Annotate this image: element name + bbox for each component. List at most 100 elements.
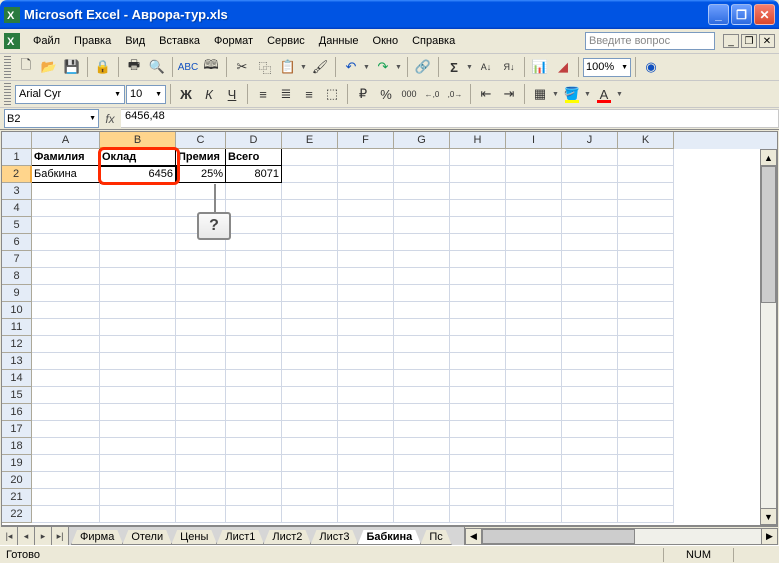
horizontal-scrollbar[interactable]: ◀ ▶ bbox=[464, 527, 778, 545]
row-header[interactable]: 11 bbox=[2, 319, 32, 336]
tab-nav-prev[interactable]: ◂ bbox=[18, 527, 35, 545]
cell[interactable] bbox=[282, 455, 338, 472]
scroll-left-button[interactable]: ◀ bbox=[465, 528, 482, 545]
cell[interactable] bbox=[226, 404, 282, 421]
cell[interactable] bbox=[618, 183, 674, 200]
menu-edit[interactable]: Правка bbox=[67, 32, 118, 50]
cell[interactable] bbox=[450, 353, 506, 370]
cell[interactable] bbox=[394, 387, 450, 404]
help-search-input[interactable] bbox=[585, 32, 715, 50]
row-header[interactable]: 12 bbox=[2, 336, 32, 353]
vertical-scrollbar[interactable]: ▲ ▼ bbox=[760, 149, 777, 525]
hyperlink-button[interactable]: 🔗 bbox=[412, 56, 434, 78]
cell[interactable] bbox=[100, 302, 176, 319]
cell[interactable] bbox=[618, 455, 674, 472]
cell[interactable] bbox=[450, 387, 506, 404]
cell[interactable] bbox=[618, 268, 674, 285]
cell[interactable] bbox=[226, 319, 282, 336]
cell[interactable] bbox=[562, 404, 618, 421]
menu-view[interactable]: Вид bbox=[118, 32, 152, 50]
cell[interactable] bbox=[338, 353, 394, 370]
tab-nav-first[interactable]: |◂ bbox=[1, 527, 18, 545]
cell[interactable] bbox=[618, 234, 674, 251]
percent-button[interactable]: % bbox=[375, 83, 397, 105]
cell[interactable]: 8071 bbox=[226, 166, 282, 183]
cell[interactable] bbox=[506, 251, 562, 268]
cell[interactable] bbox=[562, 387, 618, 404]
cell[interactable] bbox=[226, 200, 282, 217]
sheet-tab[interactable]: Лист2 bbox=[263, 530, 311, 545]
col-header[interactable]: I bbox=[506, 132, 562, 149]
font-size-combo[interactable]: 10▼ bbox=[126, 85, 166, 104]
cell[interactable] bbox=[226, 183, 282, 200]
cell[interactable] bbox=[100, 506, 176, 523]
menu-window[interactable]: Окно bbox=[366, 32, 406, 50]
paste-button[interactable]: 📋 bbox=[277, 56, 299, 78]
toolbar-grip[interactable] bbox=[4, 83, 11, 105]
cell[interactable] bbox=[338, 183, 394, 200]
row-header[interactable]: 9 bbox=[2, 285, 32, 302]
cell[interactable] bbox=[100, 438, 176, 455]
cell[interactable] bbox=[394, 217, 450, 234]
cell[interactable] bbox=[338, 472, 394, 489]
cell[interactable] bbox=[618, 489, 674, 506]
row-header[interactable]: 6 bbox=[2, 234, 32, 251]
cell[interactable] bbox=[282, 370, 338, 387]
zoom-combo[interactable]: 100%▼ bbox=[583, 58, 631, 77]
cell[interactable] bbox=[282, 251, 338, 268]
sheet-tab[interactable]: Фирма bbox=[71, 530, 123, 545]
sheet-tab[interactable]: Цены bbox=[171, 530, 217, 545]
cell[interactable] bbox=[338, 200, 394, 217]
cell[interactable] bbox=[506, 336, 562, 353]
scroll-thumb[interactable] bbox=[761, 166, 776, 303]
cell[interactable] bbox=[338, 506, 394, 523]
name-box[interactable]: B2▼ bbox=[4, 109, 99, 128]
tab-nav-last[interactable]: ▸| bbox=[52, 527, 69, 545]
increase-indent-button[interactable]: ⇥ bbox=[498, 83, 520, 105]
cell[interactable] bbox=[618, 353, 674, 370]
cell[interactable] bbox=[394, 319, 450, 336]
cell[interactable] bbox=[282, 302, 338, 319]
font-color-button[interactable]: A bbox=[593, 83, 615, 105]
cell[interactable] bbox=[282, 285, 338, 302]
cell[interactable] bbox=[394, 149, 450, 166]
cell[interactable] bbox=[450, 234, 506, 251]
cell[interactable] bbox=[226, 489, 282, 506]
cell[interactable] bbox=[282, 234, 338, 251]
row-header[interactable]: 20 bbox=[2, 472, 32, 489]
row-header[interactable]: 10 bbox=[2, 302, 32, 319]
row-header[interactable]: 5 bbox=[2, 217, 32, 234]
menu-data[interactable]: Данные bbox=[312, 32, 366, 50]
cell[interactable] bbox=[562, 370, 618, 387]
cell[interactable] bbox=[506, 183, 562, 200]
col-header[interactable]: F bbox=[338, 132, 394, 149]
open-button[interactable]: 📂 bbox=[38, 56, 60, 78]
cell[interactable] bbox=[562, 285, 618, 302]
cell[interactable] bbox=[282, 353, 338, 370]
cell[interactable] bbox=[562, 268, 618, 285]
cell[interactable] bbox=[394, 251, 450, 268]
cell[interactable] bbox=[226, 353, 282, 370]
cell[interactable] bbox=[176, 370, 226, 387]
cell[interactable] bbox=[506, 234, 562, 251]
cell[interactable]: 6456 bbox=[100, 166, 176, 183]
scroll-thumb[interactable] bbox=[482, 529, 635, 544]
row-header[interactable]: 16 bbox=[2, 404, 32, 421]
cell[interactable] bbox=[450, 438, 506, 455]
undo-button[interactable]: ↶ bbox=[340, 56, 362, 78]
col-header[interactable]: E bbox=[282, 132, 338, 149]
cell[interactable] bbox=[100, 455, 176, 472]
align-right-button[interactable]: ≡ bbox=[298, 83, 320, 105]
cell[interactable] bbox=[100, 370, 176, 387]
cell[interactable] bbox=[100, 421, 176, 438]
cell[interactable] bbox=[226, 268, 282, 285]
cell[interactable] bbox=[506, 268, 562, 285]
print-button[interactable]: 🖶 bbox=[123, 56, 145, 78]
cell[interactable] bbox=[450, 251, 506, 268]
cell[interactable] bbox=[32, 489, 100, 506]
cell[interactable] bbox=[226, 370, 282, 387]
col-header[interactable]: G bbox=[394, 132, 450, 149]
cell[interactable] bbox=[562, 149, 618, 166]
cell[interactable] bbox=[176, 404, 226, 421]
cell[interactable] bbox=[100, 489, 176, 506]
